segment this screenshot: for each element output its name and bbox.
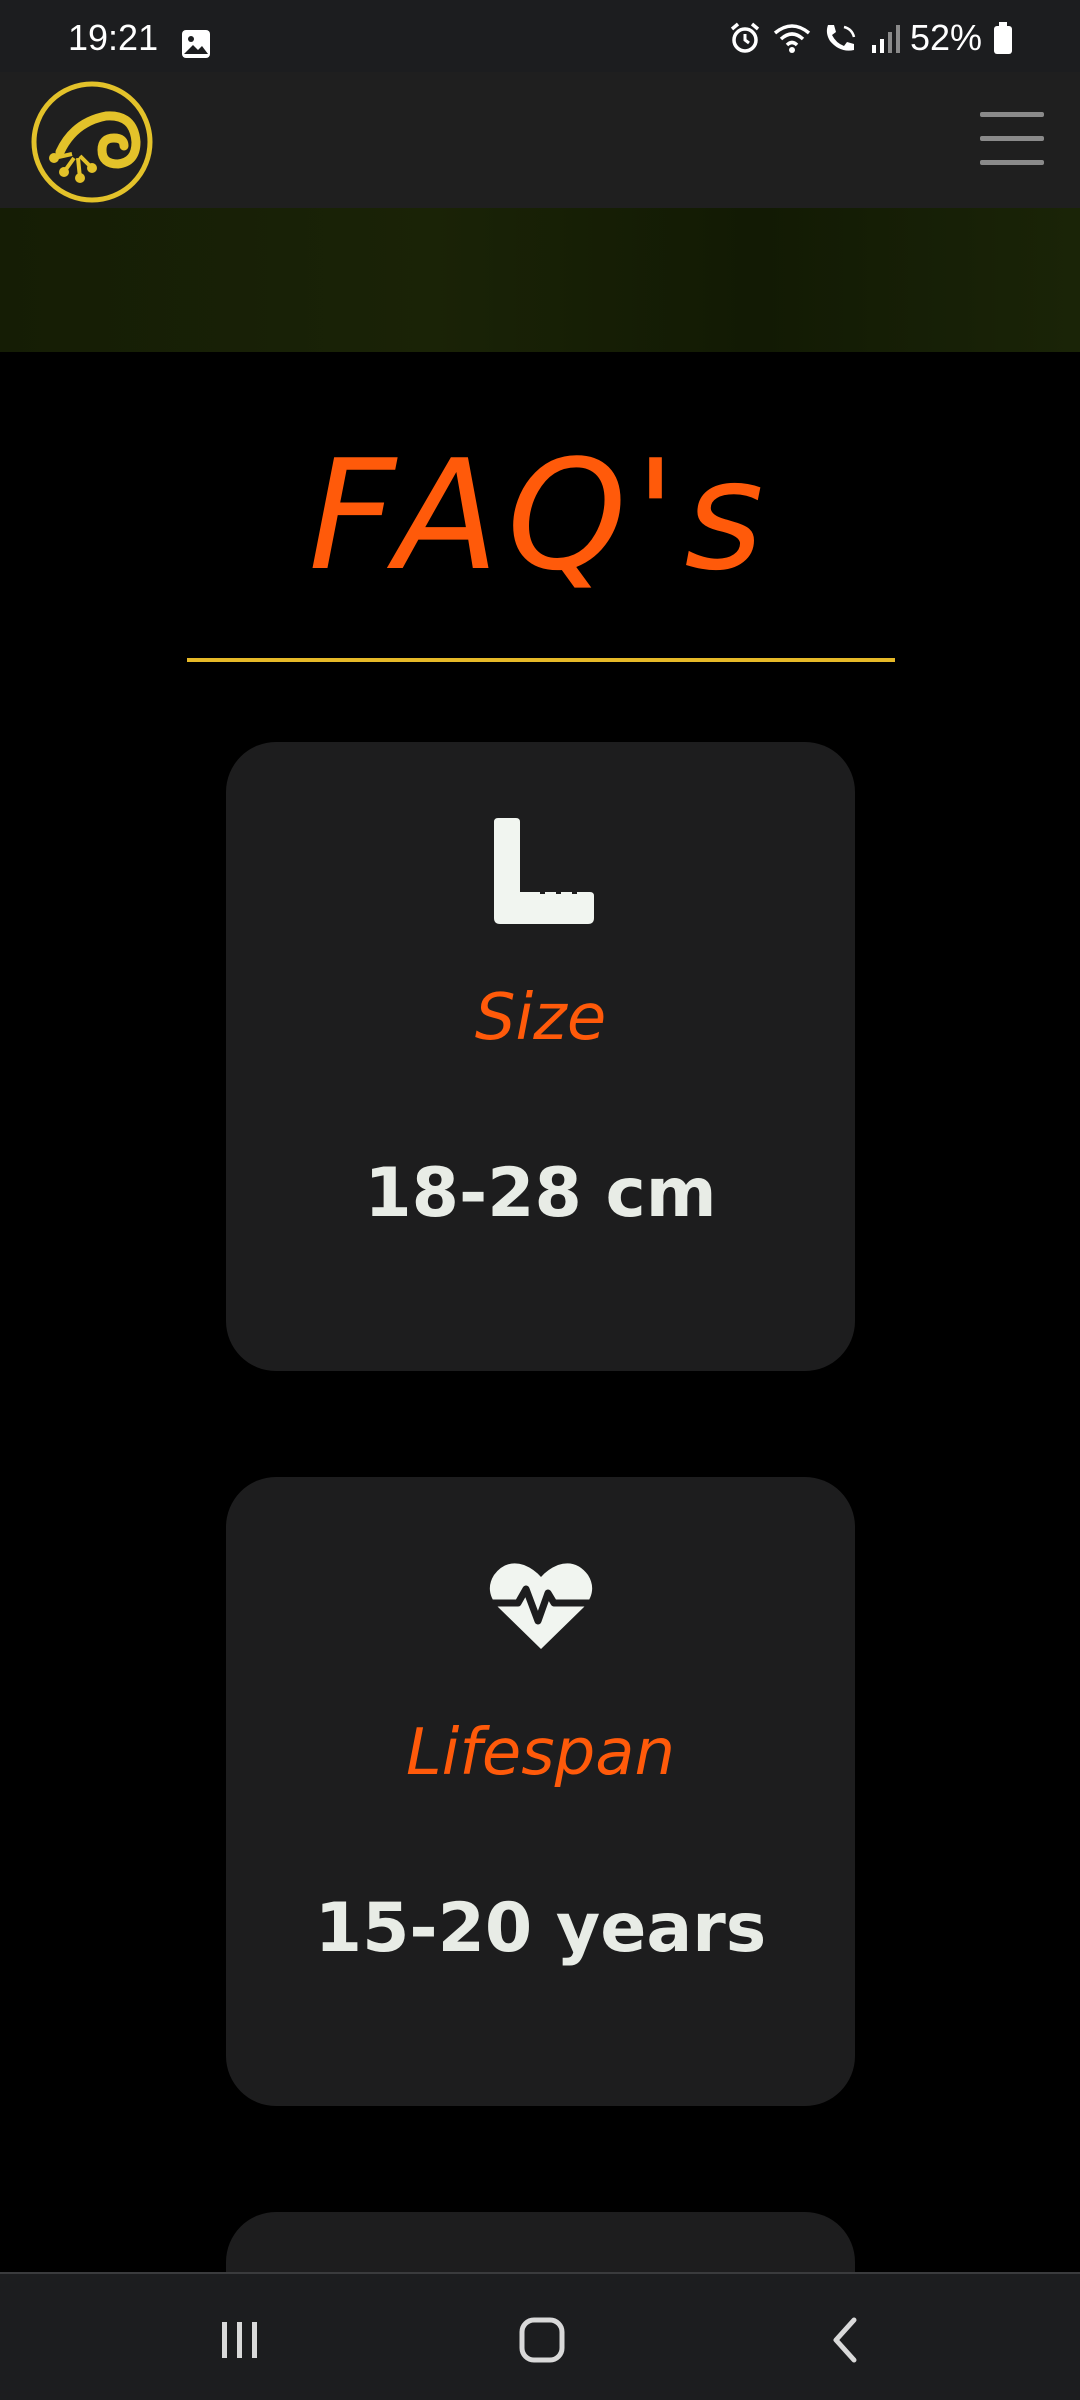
faq-card-lifespan: Lifespan 15-20 years <box>226 1477 855 2106</box>
status-bar: 19:21 52% <box>0 0 1080 72</box>
status-time: 19:21 <box>68 17 159 58</box>
site-header <box>0 72 1080 208</box>
card-label: Lifespan <box>405 1716 676 1790</box>
status-icons: 52% <box>728 18 1014 58</box>
wifi-call-icon <box>826 25 856 51</box>
back-icon[interactable] <box>816 2310 876 2370</box>
ruler-icon <box>494 818 594 924</box>
page-title: FAQ's <box>308 427 772 604</box>
alarm-icon <box>730 22 760 53</box>
gecko-logo[interactable] <box>30 80 154 204</box>
battery-icon <box>994 22 1012 54</box>
navigation-bar <box>0 2272 1080 2400</box>
title-underline <box>187 658 895 662</box>
hamburger-menu-icon[interactable] <box>980 112 1044 166</box>
recents-icon[interactable] <box>210 2310 270 2370</box>
card-value: 18-28 cm <box>364 1154 717 1233</box>
screen: 19:21 52% FAQ's Size 18-28 cm Lifespan 1… <box>0 0 1080 2400</box>
gallery-icon <box>182 30 210 58</box>
card-value: 15-20 years <box>314 1889 767 1968</box>
home-icon[interactable] <box>512 2310 572 2370</box>
faq-card-size: Size 18-28 cm <box>226 742 855 1371</box>
card-label: Size <box>474 981 607 1055</box>
wifi-icon <box>773 24 811 53</box>
battery-percentage: 52% <box>909 17 982 58</box>
signal-icon <box>871 25 900 53</box>
heart-pulse-icon <box>488 1563 594 1649</box>
hero-banner <box>0 208 1080 352</box>
